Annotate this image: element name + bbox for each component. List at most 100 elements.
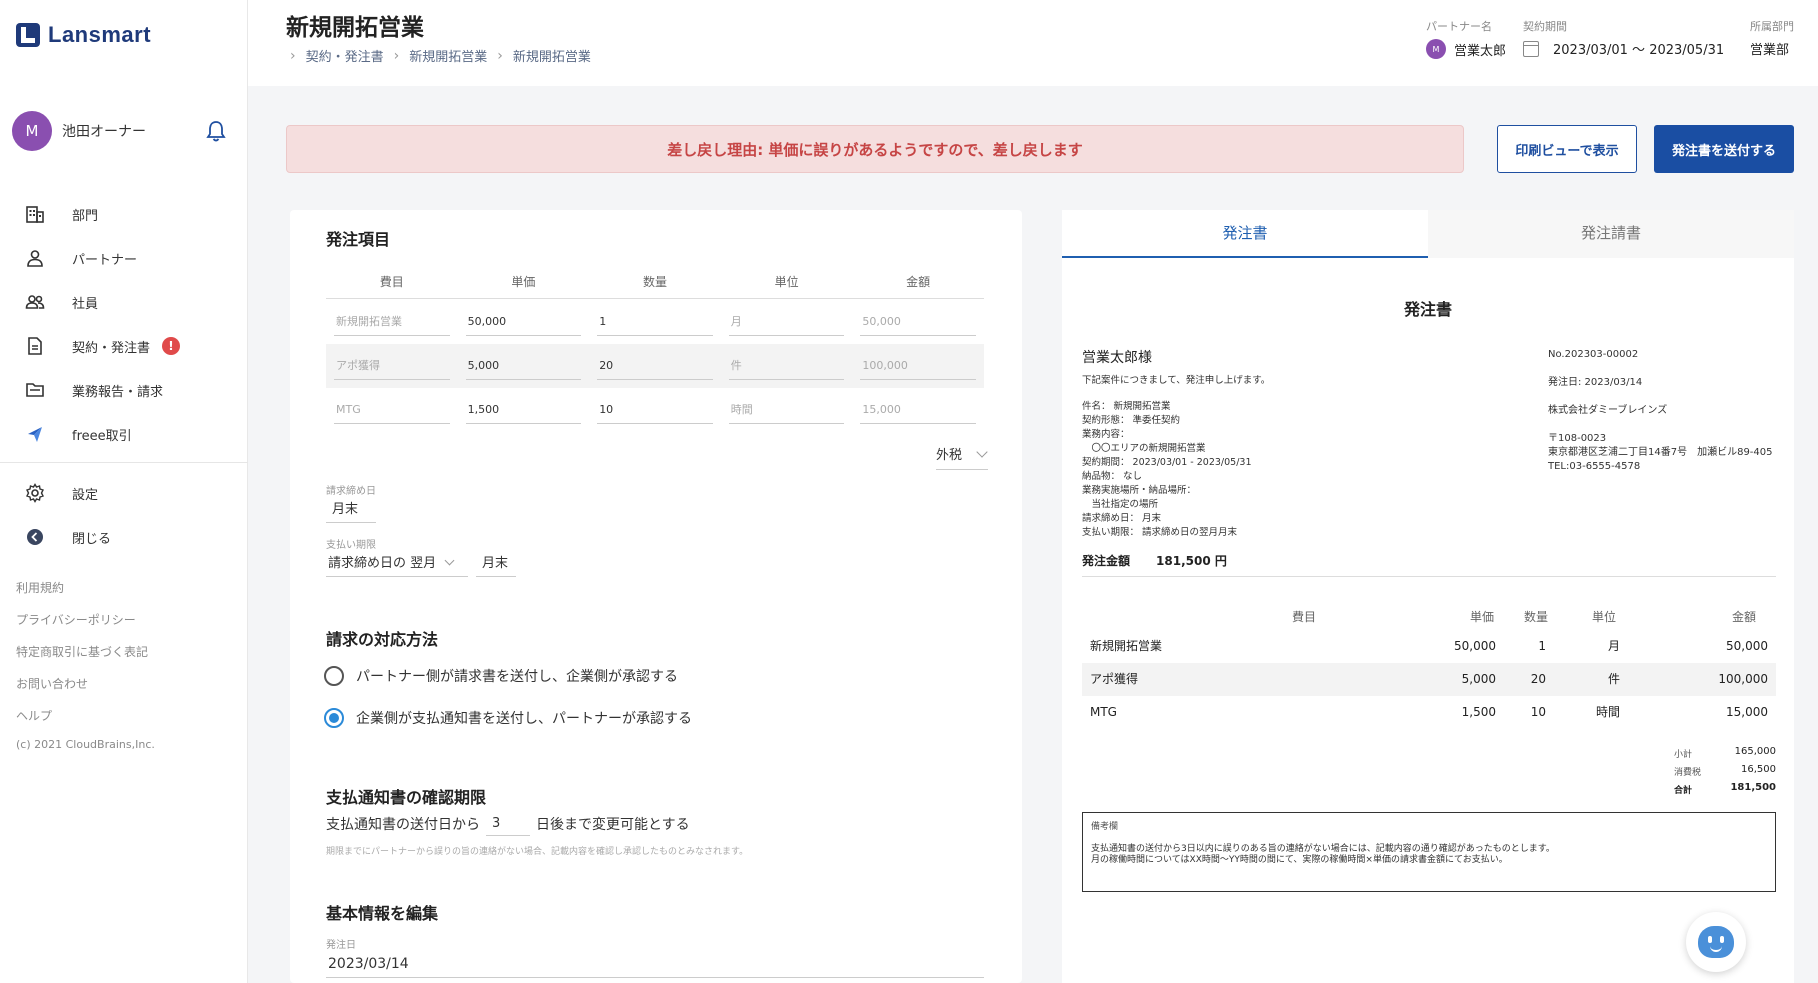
column-header: 数量 bbox=[1523, 610, 1548, 624]
footer-link-terms[interactable]: 利用規約 bbox=[16, 572, 148, 604]
payment-month-select[interactable]: 請求締め日の 翌月 bbox=[326, 553, 468, 577]
items-section-title: 発注項目 bbox=[326, 230, 391, 249]
sidebar-item-contracts[interactable]: 契約・発注書 ! bbox=[0, 324, 248, 368]
order-amount: 発注金額 181,500 円 bbox=[1082, 552, 1227, 569]
remarks-text: 支払通知書の送付から3日以内に誤りのある旨の連絡がない場合には、記載内容の通り確… bbox=[1091, 844, 1555, 854]
column-header: 費目 bbox=[1292, 610, 1317, 624]
quantity-input[interactable]: 20 bbox=[597, 352, 713, 380]
radio-button-selected[interactable] bbox=[324, 708, 344, 728]
dept-value: 営業部 bbox=[1750, 43, 1790, 58]
billing-option-company[interactable]: 企業側が支払通知書を送付し、パートナーが承認する bbox=[324, 708, 692, 728]
item-name-input[interactable]: 新規開拓営業 bbox=[334, 308, 450, 336]
deadline-days-input[interactable]: 3 bbox=[486, 812, 530, 836]
item-name-input[interactable]: アポ獲得 bbox=[334, 352, 450, 380]
breadcrumb-item[interactable]: 契約・発注書 bbox=[306, 46, 384, 65]
items-table-header: 費目 単価 数量 単位 金額 bbox=[326, 265, 984, 299]
issuer-company: 株式会社ダミーブレインズ bbox=[1548, 405, 1668, 416]
unit-input[interactable]: 件 bbox=[728, 352, 845, 380]
order-amount-label: 発注金額 bbox=[1082, 554, 1131, 568]
radio-label: 企業側が支払通知書を送付し、パートナーが承認する bbox=[356, 711, 692, 727]
quantity-input[interactable]: 1 bbox=[597, 308, 713, 336]
payment-month-value: 請求締め日の 翌月 bbox=[328, 556, 437, 571]
doc-detail-line: 契約形態： 準委任契約 bbox=[1082, 415, 1181, 426]
table-row: 新規開拓営業 50,000 1 月 50,000 bbox=[1082, 630, 1776, 663]
bell-icon[interactable] bbox=[206, 120, 226, 142]
column-header: 単位 bbox=[774, 275, 799, 289]
radio-button[interactable] bbox=[324, 666, 344, 686]
app-logo[interactable]: Lansmart bbox=[16, 22, 151, 48]
sidebar-item-label: 閉じる bbox=[72, 531, 112, 547]
closing-date-input[interactable]: 月末 bbox=[326, 499, 376, 523]
people-icon bbox=[24, 291, 46, 313]
unit-price-input[interactable]: 5,000 bbox=[465, 352, 582, 380]
order-date-input[interactable]: 2023/03/14 bbox=[326, 952, 984, 978]
chevron-right-icon: › bbox=[290, 47, 296, 64]
row-name: MTG bbox=[1090, 705, 1117, 719]
column-header: 金額 bbox=[906, 275, 931, 289]
sidebar-item-employees[interactable]: 社員 bbox=[0, 280, 248, 324]
tab-order-confirmation[interactable]: 発注請書 bbox=[1428, 210, 1794, 258]
sidebar-item-label: パートナー bbox=[72, 252, 138, 268]
user-name[interactable]: 池田オーナー bbox=[62, 121, 146, 141]
row-unit: 月 bbox=[1607, 639, 1620, 653]
table-row: アポ獲得 5,000 20 件 100,000 bbox=[1082, 663, 1776, 696]
tax-select[interactable]: 外税 bbox=[936, 444, 988, 470]
closing-date-label: 請求締め日 bbox=[326, 486, 376, 497]
billing-option-partner[interactable]: パートナー側が請求書を送付し、企業側が承認する bbox=[324, 666, 678, 686]
chat-support-button[interactable] bbox=[1686, 912, 1746, 972]
item-name-input[interactable]: MTG bbox=[334, 396, 450, 424]
remarks-text: 月の稼働時間についてはXX時間〜YY時間の間にて、実際の稼働時間×単価の請求書金… bbox=[1091, 855, 1508, 865]
footer-link-commerce[interactable]: 特定商取引に基づく表記 bbox=[16, 636, 148, 668]
doc-detail-line: 当社指定の場所 bbox=[1082, 499, 1159, 510]
send-order-button[interactable]: 発注書を送付する bbox=[1654, 125, 1794, 173]
period-info: 2023/03/01 〜 2023/05/31 bbox=[1523, 39, 1724, 58]
page-title: 新規開拓営業 bbox=[286, 15, 424, 41]
breadcrumb-item[interactable]: 新規開拓営業 bbox=[409, 46, 487, 65]
breadcrumb-item[interactable]: 新規開拓営業 bbox=[513, 46, 591, 65]
chevron-down-icon bbox=[976, 446, 988, 458]
return-reason-alert: 差し戻し理由: 単価に誤りがあるようですので、差し戻します bbox=[286, 125, 1464, 173]
footer-link-contact[interactable]: お問い合わせ bbox=[16, 668, 148, 700]
unit-input[interactable]: 月 bbox=[728, 308, 845, 336]
quantity-input[interactable]: 10 bbox=[597, 396, 713, 424]
row-qty: 20 bbox=[1530, 672, 1546, 686]
partner-name: 営業太郎 bbox=[1454, 43, 1507, 59]
unit-input[interactable]: 時間 bbox=[728, 396, 845, 424]
unit-price-input[interactable]: 50,000 bbox=[465, 308, 582, 336]
sidebar-collapse[interactable]: 閉じる bbox=[0, 515, 248, 559]
footer-link-privacy[interactable]: プライバシーポリシー bbox=[16, 604, 148, 636]
secondary-nav: 設定 閉じる bbox=[0, 471, 248, 559]
payment-deadline-label: 支払い期限 bbox=[326, 540, 376, 551]
row-amount: 15,000 bbox=[1726, 705, 1768, 719]
table-row: 新規開拓営業 50,000 1 月 50,000 bbox=[326, 300, 984, 344]
column-header: 金額 bbox=[1731, 610, 1756, 624]
doc-detail-line: 件名： 新規開拓営業 bbox=[1082, 401, 1171, 412]
main-nav: 部門 パートナー 社員 契約・発注書 ! 業務報告・請求 freee取引 bbox=[0, 192, 248, 456]
row-unit-price: 50,000 bbox=[1454, 639, 1496, 653]
issuer-postal: 〒108-0023 bbox=[1548, 433, 1607, 444]
sidebar: Lansmart M 池田オーナー 部門 パートナー 社員 契約・発注書 ! 業… bbox=[0, 0, 248, 983]
column-header: 単価 bbox=[511, 275, 536, 289]
sidebar-item-settings[interactable]: 設定 bbox=[0, 471, 248, 515]
print-view-button[interactable]: 印刷ビューで表示 bbox=[1497, 125, 1637, 173]
sidebar-item-departments[interactable]: 部門 bbox=[0, 192, 248, 236]
tab-order[interactable]: 発注書 bbox=[1062, 210, 1428, 258]
nav-divider bbox=[0, 462, 248, 463]
building-icon bbox=[24, 203, 46, 225]
avatar[interactable]: M bbox=[12, 111, 52, 151]
doc-detail-line: 請求締め日： 月末 bbox=[1082, 513, 1162, 524]
total-label: 合計 bbox=[1674, 786, 1693, 796]
footer-link-help[interactable]: ヘルプ bbox=[16, 700, 148, 732]
logo-mark-icon bbox=[16, 23, 40, 47]
row-amount: 50,000 bbox=[1726, 639, 1768, 653]
tax-label: 消費税 bbox=[1674, 768, 1702, 778]
sidebar-item-freee[interactable]: freee取引 bbox=[0, 412, 248, 456]
payment-day-input[interactable]: 月末 bbox=[476, 553, 516, 577]
sidebar-item-partners[interactable]: パートナー bbox=[0, 236, 248, 280]
unit-price-input[interactable]: 1,500 bbox=[465, 396, 582, 424]
remarks-box: 備考欄 支払通知書の送付から3日以内に誤りのある旨の連絡がない場合には、記載内容… bbox=[1082, 812, 1776, 892]
sidebar-item-reports[interactable]: 業務報告・請求 bbox=[0, 368, 248, 412]
doc-intro: 下記案件につきまして、発注申し上げます。 bbox=[1082, 375, 1271, 386]
tax-value: 16,500 bbox=[1741, 764, 1776, 775]
deadline-note: 期限までにパートナーから誤りの旨の連絡がない場合、記載内容を確認し承認したものと… bbox=[326, 847, 749, 857]
